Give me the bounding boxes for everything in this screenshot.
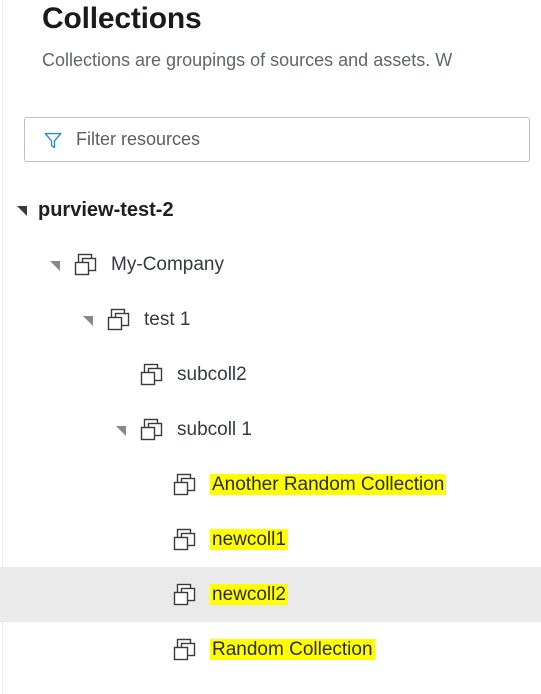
tree-item-random-collection[interactable]: Random Collection	[0, 622, 541, 677]
tree-item-another-random-collection[interactable]: Another Random Collection	[0, 457, 541, 512]
filter-funnel-icon	[44, 132, 62, 148]
page-title: Collections	[42, 2, 202, 35]
collection-icon	[74, 253, 97, 275]
tree-item-label: subcoll 1	[177, 419, 252, 440]
collection-icon	[173, 583, 196, 605]
tree-item-label: newcoll2	[210, 584, 288, 605]
page-subtitle: Collections are groupings of sources and…	[42, 50, 453, 70]
collections-page: Collections Collections are groupings of…	[0, 0, 541, 694]
collection-icon	[173, 638, 196, 660]
tree-item-label: newcoll1	[210, 529, 288, 550]
chevron-expanded-icon[interactable]	[78, 310, 98, 330]
tree-item-purview-test-2[interactable]: purview-test-2	[0, 182, 541, 237]
collection-icon	[173, 528, 196, 550]
collection-icon	[140, 418, 163, 440]
tree-item-newcoll1[interactable]: newcoll1	[0, 512, 541, 567]
collection-icon	[173, 473, 196, 495]
tree-item-subcoll2[interactable]: subcoll2	[0, 347, 541, 402]
collections-tree: purview-test-2 My-Company test 1 subcoll2 su…	[0, 182, 541, 677]
tree-item-label: purview-test-2	[38, 198, 174, 221]
filter-resources-box[interactable]	[24, 117, 530, 162]
chevron-expanded-icon[interactable]	[12, 200, 32, 220]
tree-item-label: subcoll2	[177, 364, 247, 385]
tree-item-label: My-Company	[111, 254, 224, 275]
filter-resources-input[interactable]	[76, 129, 506, 150]
chevron-expanded-icon[interactable]	[45, 255, 65, 275]
collection-icon	[107, 308, 130, 330]
tree-item-label: test 1	[144, 309, 191, 330]
tree-item-my-company[interactable]: My-Company	[0, 237, 541, 292]
tree-item-test-1[interactable]: test 1	[0, 292, 541, 347]
tree-item-newcoll2[interactable]: newcoll2	[0, 567, 541, 622]
chevron-expanded-icon[interactable]	[111, 420, 131, 440]
collection-icon	[140, 363, 163, 385]
tree-item-subcoll-1[interactable]: subcoll 1	[0, 402, 541, 457]
tree-item-label: Another Random Collection	[210, 474, 447, 495]
tree-item-label: Random Collection	[210, 639, 375, 660]
